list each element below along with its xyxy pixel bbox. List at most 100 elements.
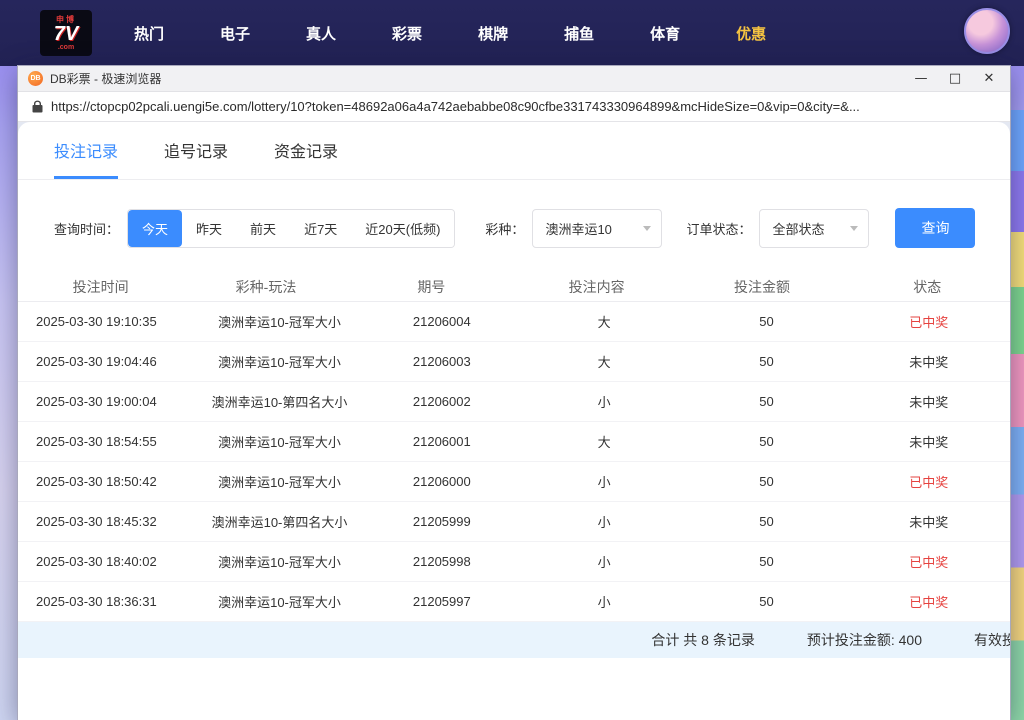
site-header: 申博 7V .com 热门 电子 真人 彩票 棋牌 捕鱼 体育 优惠 [0,0,1024,66]
order-status-value: 全部状态 [772,222,824,237]
chevron-down-icon [643,226,651,231]
cell-bet-time: 2025-03-30 18:50:42 [18,474,198,489]
site-nav: 热门 电子 真人 彩票 棋牌 捕鱼 体育 优惠 [134,23,766,44]
maximize-icon[interactable]: □ [938,67,972,91]
filter-row: 查询时间： 今天昨天前天近7天近20天(低频) 彩种： 澳洲幸运10 订单状态：… [18,180,1010,248]
cell-bet-content: 小 [523,512,685,531]
nav-item-3[interactable]: 彩票 [392,23,422,44]
cell-issue-number: 21206003 [361,354,523,369]
cell-bet-time: 2025-03-30 18:54:55 [18,434,198,449]
cell-bet-amount: 50 [685,594,847,609]
cell-bet-time: 2025-03-30 18:36:31 [18,594,198,609]
nav-item-5[interactable]: 捕鱼 [564,23,594,44]
cell-bet-time: 2025-03-30 19:04:46 [18,354,198,369]
tab-chase-records[interactable]: 追号记录 [164,138,228,179]
cell-status: 已中奖 [848,472,1010,491]
window-title: DB彩票 - 极速浏览器 [50,70,161,87]
cell-bet-time: 2025-03-30 19:00:04 [18,394,198,409]
cell-bet-content: 大 [523,352,685,371]
nav-item-4[interactable]: 棋牌 [478,23,508,44]
table-row: 2025-03-30 19:00:04澳洲幸运10-第四名大小21206002小… [18,382,1010,422]
table-row: 2025-03-30 18:45:32澳洲幸运10-第四名大小21205999小… [18,502,1010,542]
cell-bet-time: 2025-03-30 18:45:32 [18,514,198,529]
cell-bet-content: 小 [523,552,685,571]
summary-valid-amount: 有效投注金 [974,630,1010,650]
cell-bet-amount: 50 [685,434,847,449]
table-row: 2025-03-30 18:54:55澳洲幸运10-冠军大小21206001大5… [18,422,1010,462]
cell-status: 已中奖 [848,552,1010,571]
status-filter-label: 订单状态： [686,219,751,238]
site-logo[interactable]: 申博 7V .com [40,10,92,56]
app-icon: DB [28,71,43,86]
cell-bet-content: 小 [523,472,685,491]
summary-bar: 合计 共 8 条记录 预计投注金额: 400 有效投注金 [18,622,1010,658]
table-row: 2025-03-30 19:10:35澳洲幸运10-冠军大小21206004大5… [18,302,1010,342]
url-bar[interactable]: https://ctopcp02pcali.uengi5e.com/lotter… [18,92,1010,122]
nav-item-1[interactable]: 电子 [220,23,250,44]
cell-game-play: 澳洲幸运10-冠军大小 [198,472,360,491]
column-header-1: 彩种-玩法 [183,277,348,297]
cell-issue-number: 21206002 [361,394,523,409]
search-button[interactable]: 查询 [895,208,975,248]
nav-item-7[interactable]: 优惠 [736,23,766,44]
cell-bet-content: 小 [523,392,685,411]
column-header-5: 状态 [845,277,1010,297]
nav-item-6[interactable]: 体育 [650,23,680,44]
cell-bet-amount: 50 [685,314,847,329]
cell-status: 未中奖 [848,352,1010,371]
window-controls: — □ ✕ [904,67,1006,91]
tab-bar: 投注记录 追号记录 资金记录 [18,122,1010,180]
cell-bet-amount: 50 [685,554,847,569]
url-text: https://ctopcp02pcali.uengi5e.com/lotter… [51,99,860,114]
time-filter-button-1[interactable]: 昨天 [182,210,236,247]
table-row: 2025-03-30 18:40:02澳洲幸运10-冠军大小21205998小5… [18,542,1010,582]
cell-issue-number: 21205998 [361,554,523,569]
logo-text-sub: .com [58,44,74,51]
order-status-select[interactable]: 全部状态 [759,209,869,248]
page-background: 投注记录 追号记录 资金记录 查询时间： 今天昨天前天近7天近20天(低频) 彩… [18,122,1010,720]
user-avatar[interactable] [964,8,1010,54]
summary-expected-amount: 预计投注金额: 400 [807,630,922,650]
nav-item-0[interactable]: 热门 [134,23,164,44]
column-header-0: 投注时间 [18,277,183,297]
cell-game-play: 澳洲幸运10-冠军大小 [198,312,360,331]
content-panel: 投注记录 追号记录 资金记录 查询时间： 今天昨天前天近7天近20天(低频) 彩… [18,122,1010,720]
cell-game-play: 澳洲幸运10-冠军大小 [198,552,360,571]
minimize-icon[interactable]: — [904,67,938,91]
nav-item-2[interactable]: 真人 [306,23,336,44]
cell-game-play: 澳洲幸运10-冠军大小 [198,352,360,371]
cell-bet-amount: 50 [685,394,847,409]
time-filter-label: 查询时间： [54,219,119,238]
column-header-2: 期号 [349,277,514,297]
summary-total: 合计 共 8 条记录 [651,630,754,650]
cell-game-play: 澳洲幸运10-冠军大小 [198,592,360,611]
column-header-4: 投注金额 [679,277,844,297]
time-filter-button-4[interactable]: 近20天(低频) [351,210,454,247]
cell-bet-amount: 50 [685,474,847,489]
desktop-background-strip [1010,110,1024,720]
close-icon[interactable]: ✕ [972,67,1006,91]
chevron-down-icon [850,226,858,231]
cell-bet-time: 2025-03-30 19:10:35 [18,314,198,329]
cell-issue-number: 21205997 [361,594,523,609]
logo-text-main: 7V [54,24,78,44]
tab-bet-records[interactable]: 投注记录 [54,138,118,179]
cell-bet-content: 大 [523,312,685,331]
cell-issue-number: 21206004 [361,314,523,329]
bet-records-table: 投注时间彩种-玩法期号投注内容投注金额状态 2025-03-30 19:10:3… [18,272,1010,658]
time-filter-button-3[interactable]: 近7天 [290,210,351,247]
cell-game-play: 澳洲幸运10-第四名大小 [198,392,360,411]
table-row: 2025-03-30 18:36:31澳洲幸运10-冠军大小21205997小5… [18,582,1010,622]
cell-issue-number: 21206001 [361,434,523,449]
cell-game-play: 澳洲幸运10-冠军大小 [198,432,360,451]
tab-fund-records[interactable]: 资金记录 [274,138,338,179]
lottery-select[interactable]: 澳洲幸运10 [532,209,662,248]
cell-bet-content: 大 [523,432,685,451]
time-filter-button-0[interactable]: 今天 [128,210,182,247]
cell-bet-time: 2025-03-30 18:40:02 [18,554,198,569]
cell-bet-content: 小 [523,592,685,611]
window-title-bar[interactable]: DB DB彩票 - 极速浏览器 — □ ✕ [18,66,1010,92]
time-filter-button-2[interactable]: 前天 [236,210,290,247]
cell-issue-number: 21205999 [361,514,523,529]
cell-game-play: 澳洲幸运10-第四名大小 [198,512,360,531]
